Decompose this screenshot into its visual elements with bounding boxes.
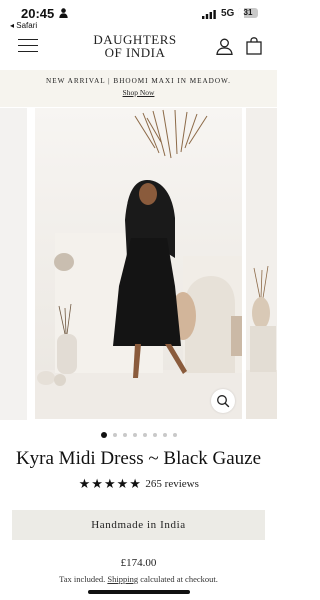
previous-slide-image[interactable] [0,108,27,420]
star-icon: ★ [116,476,129,492]
tax-suffix: calculated at checkout. [140,574,218,584]
magnifier-icon [217,395,230,408]
tax-prefix: Tax included. [59,574,106,584]
home-indicator [88,590,190,594]
battery-icon: 31 [238,8,258,18]
star-icon: ★ [103,476,116,492]
signal-icon [202,10,216,19]
review-count-link[interactable]: 265 reviews [145,478,198,490]
product-title: Kyra Midi Dress ~ Black Gauze [15,448,262,469]
bag-icon[interactable] [246,37,262,55]
pagination-dot[interactable] [122,433,127,438]
pagination-dot[interactable] [132,433,137,438]
announcement-text: NEW ARRIVAL | BHOOMI MAXI IN MEADOW. [46,77,231,85]
pagination-dot[interactable] [112,433,117,438]
star-icon: ★ [91,476,103,492]
network-type: 5G [221,8,235,19]
account-icon[interactable] [216,38,233,55]
pagination-dot[interactable] [142,433,147,438]
product-price: £174.00 [120,557,157,569]
shipping-link[interactable]: Shipping [107,574,138,584]
star-icon: ★ [78,476,91,492]
pagination-dot[interactable] [152,433,157,438]
status-time: 20:45 [21,6,55,21]
brand-logo[interactable]: DAUGHTERS OF INDIA [80,33,190,59]
menu-icon[interactable] [18,39,38,53]
product-gallery[interactable] [0,108,277,420]
zoom-button[interactable] [211,389,235,413]
battery-level: 31 [243,8,253,17]
handmade-in-india-button[interactable]: Handmade in India [12,510,265,540]
shop-now-link[interactable]: Shop Now [0,88,277,97]
tax-note: Tax included. Shipping calculated at che… [0,574,277,584]
pagination-dot[interactable] [172,433,177,438]
logo-line-2: OF INDIA [104,45,166,60]
person-icon [59,8,68,18]
announcement-bar: NEW ARRIVAL | BHOOMI MAXI IN MEADOW. Sho… [0,70,277,107]
product-rating[interactable]: ★★★★★ 265 reviews [0,475,277,493]
rating-stars: ★★★★★ [78,475,141,492]
product-image[interactable] [35,108,242,419]
site-header: DAUGHTERS OF INDIA [0,28,277,68]
pagination-dot-active[interactable] [100,432,107,439]
star-icon: ★ [129,476,141,492]
pagination-dot[interactable] [162,433,167,438]
gallery-pagination [0,426,277,440]
next-slide-image[interactable] [246,108,277,419]
